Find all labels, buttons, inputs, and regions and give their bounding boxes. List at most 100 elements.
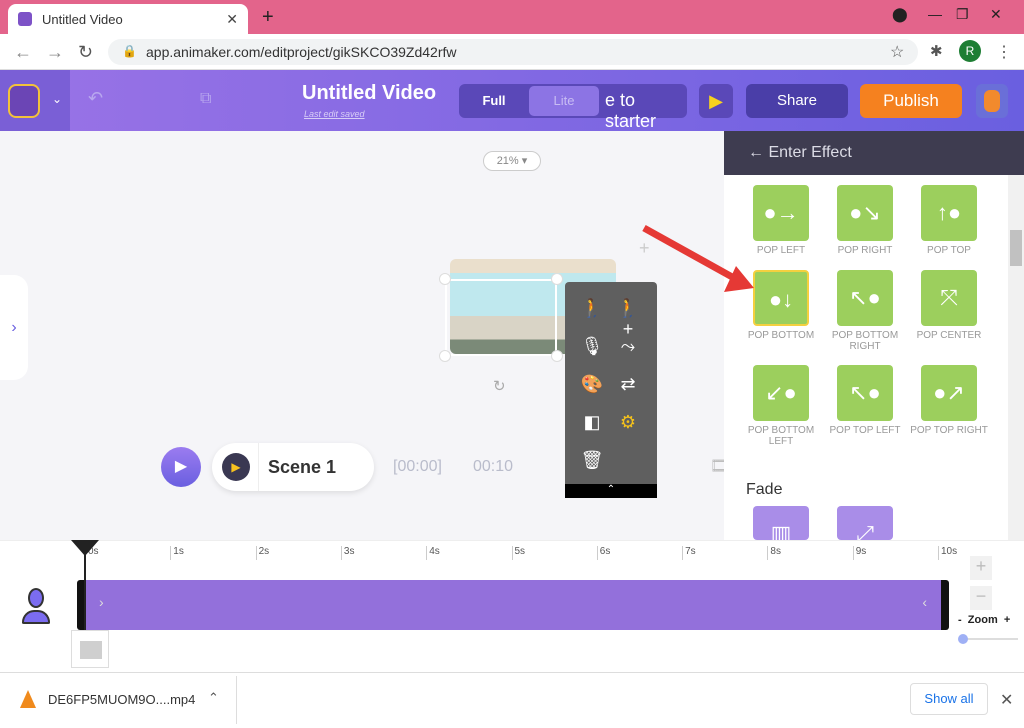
preview-play-button[interactable]: ▶ [699,84,733,118]
profile-avatar[interactable]: R [959,40,981,62]
effect-icon: ↖● [837,365,893,421]
undo-icon[interactable]: ↶ [88,88,103,109]
zoom-slider-thumb[interactable] [958,634,968,644]
mode-toggle[interactable]: e to starter Full Lite [459,84,687,131]
microphone-icon[interactable]: 🎙 [577,336,607,357]
browser-tab[interactable]: Untitled Video ✕ [8,4,248,34]
color-palette-icon[interactable]: 🎨 [577,374,607,395]
panel-title: Enter Effect [768,144,852,161]
opacity-icon[interactable]: ◧ [577,412,607,433]
item-toolbar: 🚶 🚶+ 🎙 ⤳ 🎨 ⇄ ◧ ⚙ 🗑 ⌃ [565,282,657,498]
effect-icon: ↖● [837,270,893,326]
user-avatar[interactable] [976,84,1008,118]
extensions-icon[interactable]: ✱ [930,42,943,60]
current-time: [00:00] [393,458,442,475]
effect-pop-bottom-left[interactable]: ↙● POP BOTTOM LEFT [736,365,826,447]
effect-pop-right[interactable]: ●↘ POP RIGHT [820,185,910,256]
timeline-track[interactable]: › ‹ [77,580,949,630]
close-window-icon[interactable]: ✕ [990,6,1002,23]
effect-label: POP BOTTOM LEFT [747,425,815,447]
play-all-button[interactable]: ▶ [161,447,201,487]
playhead-handle[interactable] [71,540,99,556]
mode-full[interactable]: Full [459,84,529,118]
scrollbar-thumb[interactable] [1010,230,1022,266]
canvas-zoom-dropdown[interactable]: 21% ▾ [483,151,541,171]
add-action-icon[interactable]: 🚶+ [613,298,643,340]
effect-icon: ●→ [753,185,809,241]
new-tab-button[interactable]: + [262,6,274,29]
effect-pop-bottom-right[interactable]: ↖● POP BOTTOM RIGHT [820,270,910,352]
collapse-chevron-up-icon[interactable]: ⌃ [565,484,657,498]
bookmark-star-icon[interactable]: ☆ [890,42,904,62]
effect-icon: ↑● [921,185,977,241]
zoom-out-button[interactable]: − [970,586,992,610]
lock-icon: 🔒 [122,44,137,58]
scene-selector[interactable]: ▶ Scene 1 [212,443,374,491]
zoom-slider[interactable] [962,638,1018,640]
animaker-logo-menu[interactable]: ⌄ [0,70,70,131]
swap-icon[interactable]: ⇄ [613,374,643,395]
minimize-icon[interactable]: — [928,6,942,22]
fade-effect-1[interactable]: ▥ [736,506,826,546]
effect-pop-center[interactable]: ⤧ POP CENTER [904,270,994,341]
mode-lite[interactable]: Lite [529,86,599,116]
close-tab-icon[interactable]: ✕ [226,11,238,28]
browser-menu-icon[interactable]: ⋮ [996,42,1012,62]
tab-title: Untitled Video [42,11,123,27]
back-icon[interactable]: ← [14,42,32,63]
effect-pop-top[interactable]: ↑● POP TOP [904,185,994,256]
zoom-in-button[interactable]: + [970,556,992,580]
trim-end-handle[interactable]: ‹ [922,594,927,610]
download-filename[interactable]: DE6FP5MUOM9O....mp4 [48,692,195,707]
profile-menu-icon[interactable]: ⬤ [892,6,908,23]
publish-button[interactable]: Publish [860,84,962,118]
selection-box[interactable] [445,279,557,356]
effect-icon: ⤧ [921,270,977,326]
chevron-down-icon: ⌄ [52,92,63,106]
duplicate-icon[interactable]: ⧉ [200,90,211,108]
time-tick: 1s [170,546,184,560]
download-options-chevron-icon[interactable]: ⌃ [208,690,219,706]
back-arrow-icon[interactable]: ← [748,144,768,161]
scene-name: Scene 1 [268,457,337,477]
forward-icon[interactable]: → [46,42,64,63]
time-tick: 10s [938,546,957,560]
fade-section-title: Fade [746,481,783,498]
expand-library-handle[interactable]: › [0,275,28,380]
settings-gear-icon[interactable]: ⚙ [613,412,643,433]
resize-handle[interactable] [439,350,451,362]
restore-icon[interactable]: ❐ [956,6,969,23]
time-tick: 9s [852,546,866,560]
delete-trash-icon[interactable]: 🗑 [577,450,607,471]
close-download-bar-icon[interactable]: ✕ [1000,690,1013,710]
switch-to-starter-text[interactable]: e to starter [605,90,687,132]
effect-label: POP BOTTOM [747,330,815,341]
effect-pop-top-left[interactable]: ↖● POP TOP LEFT [820,365,910,436]
trim-start-handle[interactable]: › [99,594,104,610]
effect-icon: ●↓ [753,270,809,326]
effect-label: POP TOP RIGHT [910,425,988,436]
resize-handle[interactable] [551,273,563,285]
scene-duration[interactable]: 00:10 [473,458,513,476]
fade-effect-2[interactable]: ⤢ [820,506,910,546]
effect-label: POP RIGHT [837,245,893,256]
zoom-label: - Zoom + [958,614,1011,626]
effect-pop-top-right[interactable]: ●↗ POP TOP RIGHT [904,365,994,436]
reload-icon[interactable]: ↻ [78,42,93,63]
rotate-icon[interactable]: ↻ [493,377,506,395]
play-scene-icon[interactable]: ▶ [222,453,250,481]
url-input[interactable]: 🔒 app.animaker.com/editproject/gikSKCO39Z… [108,39,918,65]
scene-thumbnail[interactable] [71,630,109,668]
character-track-icon [20,588,52,628]
resize-handle[interactable] [439,273,451,285]
panel-header[interactable]: ← Enter Effect [724,131,1024,175]
last-edit-saved-link[interactable]: Last edit saved [304,109,365,119]
project-title[interactable]: Untitled Video [302,82,436,105]
share-button[interactable]: Share [746,84,848,118]
effect-label: POP TOP LEFT [829,425,901,436]
time-tick: 5s [511,546,525,560]
resize-handle[interactable] [551,350,563,362]
motion-path-icon[interactable]: ⤳ [613,336,643,357]
walk-action-icon[interactable]: 🚶 [577,298,607,319]
show-all-button[interactable]: Show all [910,683,988,715]
